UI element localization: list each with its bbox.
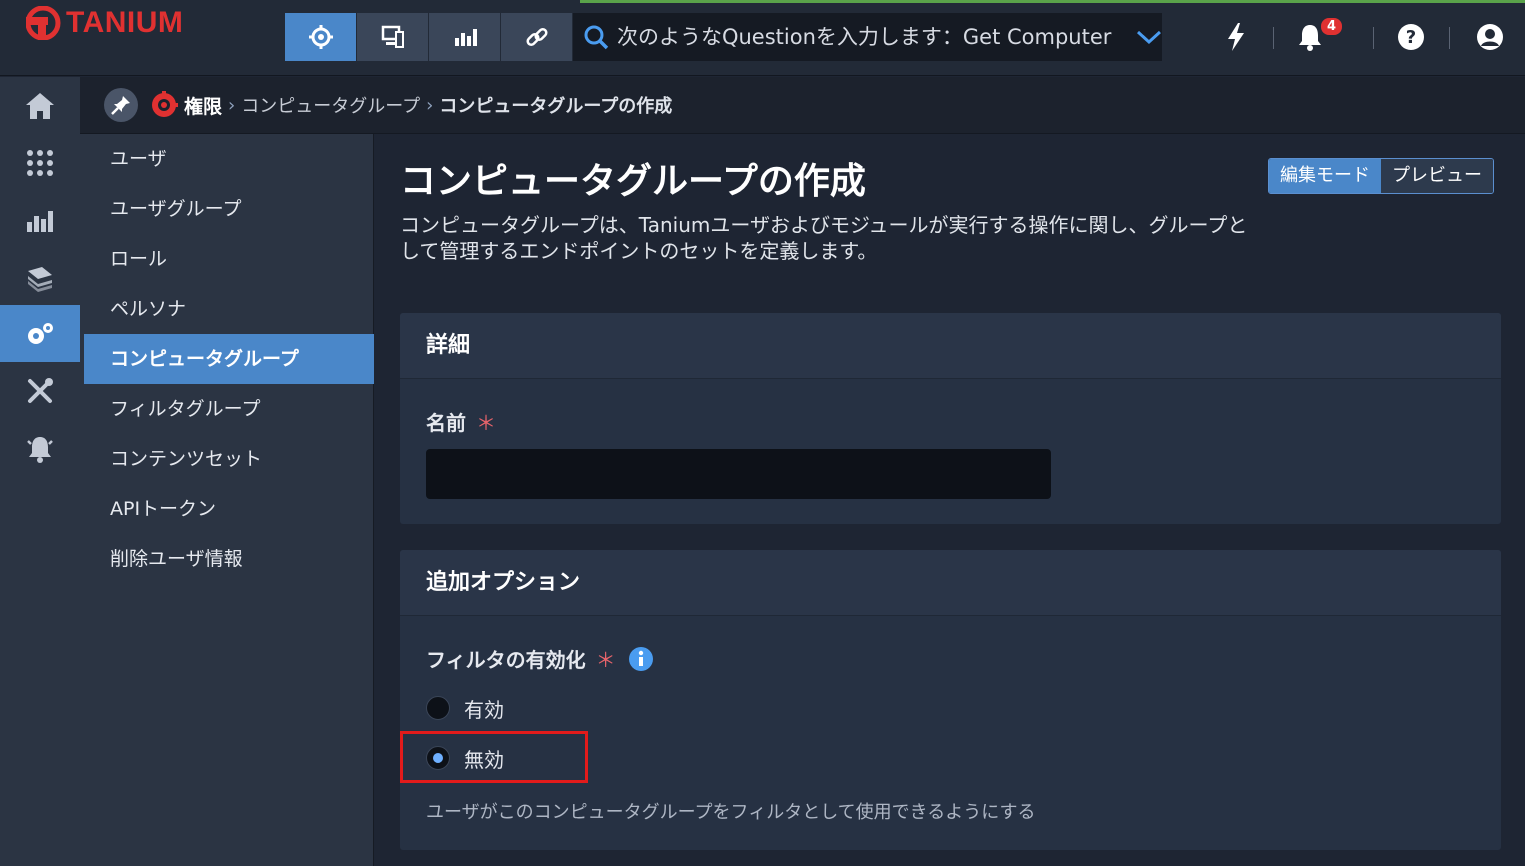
required-mark: ＊	[476, 411, 496, 435]
divider	[1373, 27, 1374, 49]
top-bar: TANIUM 4 ?	[0, 0, 1525, 76]
tanium-logo[interactable]: TANIUM	[25, 5, 184, 41]
question-search-input[interactable]	[616, 25, 1137, 49]
svg-text:?: ?	[1406, 27, 1416, 48]
mode-toggle: 編集モード プレビュー	[1268, 158, 1494, 194]
tanium-logo-icon	[25, 5, 62, 41]
user-menu-button[interactable]	[1476, 16, 1504, 58]
filter-help-text: ユーザがこのコンピュータグループをフィルタとして使用できるようにする	[426, 802, 1036, 823]
divider	[1449, 27, 1450, 49]
page-title: コンピュータグループの作成	[400, 161, 866, 202]
main-content: コンピュータグループの作成 コンピュータグループは、Taniumユーザおよびモジ…	[375, 134, 1525, 866]
reports-icon	[27, 210, 53, 232]
edit-mode-button[interactable]: 編集モード	[1269, 159, 1381, 193]
alarm-bell-icon	[27, 436, 53, 463]
status-line	[580, 0, 1525, 3]
rail-modules[interactable]	[0, 248, 80, 305]
subnav-item-users[interactable]: ユーザ	[84, 134, 374, 184]
preview-button[interactable]: プレビュー	[1381, 159, 1493, 193]
name-label: 名前 ＊	[426, 407, 496, 436]
subnav-item-deleted-users[interactable]: 削除ユーザ情報	[84, 534, 374, 584]
breadcrumb-computer-groups[interactable]: コンピュータグループ	[241, 92, 420, 118]
notification-count-badge: 4	[1321, 18, 1343, 35]
required-mark: ＊	[595, 648, 616, 672]
bar-chart-icon	[454, 29, 477, 46]
user-avatar-icon	[1477, 24, 1503, 50]
name-label-text: 名前	[426, 411, 466, 435]
apps-grid-icon	[27, 149, 53, 176]
rail-tools[interactable]	[0, 362, 80, 419]
subnav-item-personas[interactable]: ペルソナ	[84, 284, 374, 334]
subnav-item-roles[interactable]: ロール	[84, 234, 374, 284]
link-icon	[525, 27, 548, 47]
subnav-item-api-tokens[interactable]: APIトークン	[84, 484, 374, 534]
notifications-button[interactable]	[1296, 16, 1324, 58]
radio-enabled-label: 有効	[464, 697, 504, 722]
pin-button[interactable]	[104, 88, 138, 122]
lightning-icon	[1228, 23, 1244, 51]
breadcrumb-current: コンピュータグループの作成	[439, 96, 673, 117]
rail-reports[interactable]	[0, 191, 80, 248]
brand-name: TANIUM	[66, 6, 184, 39]
permissions-subnav: ユーザ ユーザグループ ロール ペルソナ コンピュータグループ フィルタグループ…	[80, 134, 374, 866]
subnav-item-content-sets[interactable]: コンテンツセット	[84, 434, 374, 484]
radio-disabled-control[interactable]	[426, 746, 450, 770]
radio-enabled[interactable]: 有効	[426, 691, 504, 725]
tools-icon	[28, 377, 53, 403]
help-button[interactable]: ?	[1397, 16, 1425, 58]
page-description: コンピュータグループは、Taniumユーザおよびモジュールが実行する操作に関し、…	[400, 213, 1248, 263]
radio-disabled-label: 無効	[464, 747, 504, 772]
filter-enable-label-text: フィルタの有効化	[426, 648, 586, 672]
additional-options-card: 追加オプション フィルタの有効化 ＊ 有効 無効 ユーザがこのコンピュータグループ…	[400, 550, 1501, 850]
rail-home[interactable]	[0, 77, 80, 134]
settings-gears-icon	[28, 322, 53, 344]
home-icon	[26, 92, 54, 119]
filter-enable-label: フィルタの有効化 ＊	[426, 644, 654, 673]
reports-button[interactable]	[429, 13, 501, 61]
rail-apps[interactable]	[0, 134, 80, 191]
subnav-item-user-groups[interactable]: ユーザグループ	[84, 184, 374, 234]
search-icon	[584, 25, 609, 50]
subnav-item-filter-groups[interactable]: フィルタグループ	[84, 384, 374, 434]
connect-button[interactable]	[501, 13, 573, 61]
additional-options-heading: 追加オプション	[400, 550, 1501, 616]
target-button[interactable]	[285, 13, 357, 61]
radio-enabled-control[interactable]	[426, 696, 450, 720]
monitor-button[interactable]	[357, 13, 429, 61]
pin-icon	[111, 96, 130, 115]
details-heading: 詳細	[400, 313, 1501, 379]
name-input[interactable]	[426, 449, 1051, 499]
module-nav	[285, 13, 573, 61]
radio-disabled[interactable]: 無効	[426, 741, 504, 775]
rail-alerts[interactable]	[0, 419, 80, 476]
breadcrumb-separator: ›	[426, 94, 434, 116]
monitor-icon	[381, 25, 404, 48]
bell-icon	[1299, 25, 1321, 51]
subnav-item-computer-groups[interactable]: コンピュータグループ	[84, 334, 374, 384]
divider	[1273, 27, 1274, 49]
breadcrumb: 権限 › コンピュータグループ › コンピュータグループの作成	[80, 77, 1525, 134]
breadcrumb-root[interactable]: 権限	[184, 92, 222, 119]
target-icon	[308, 25, 333, 49]
help-icon: ?	[1398, 24, 1424, 50]
rail-administration[interactable]	[0, 305, 80, 362]
radio-selected-dot	[433, 753, 443, 763]
layers-icon	[28, 266, 52, 292]
details-card: 詳細 名前 ＊	[400, 313, 1501, 524]
info-icon[interactable]	[628, 646, 654, 672]
permissions-icon	[152, 91, 178, 117]
actions-button[interactable]	[1224, 16, 1248, 58]
question-search-bar[interactable]	[573, 13, 1162, 61]
primary-rail	[0, 77, 80, 866]
breadcrumb-separator: ›	[228, 94, 236, 116]
chevron-down-icon[interactable]	[1136, 27, 1162, 47]
